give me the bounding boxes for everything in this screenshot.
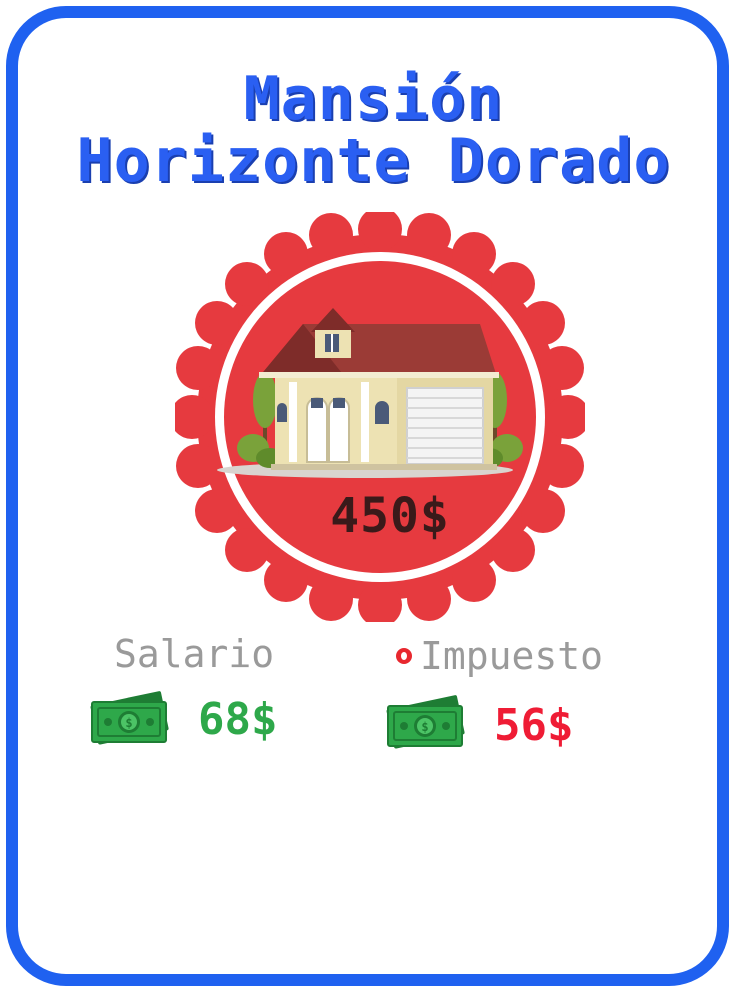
property-title: Mansión Horizonte Dorado [0,68,747,192]
money-icon: $ [90,691,169,745]
salary-amount: 68$ [198,694,278,745]
property-price: 450$ [330,488,450,544]
property-badge [175,212,585,622]
svg-text:$: $ [125,716,132,730]
alert-dot-icon [396,648,412,664]
money-icon: $ [386,695,465,749]
title-line-2: Horizonte Dorado [76,126,671,196]
tax-label: Impuesto [420,634,604,678]
salary-label: Salario [114,632,275,676]
svg-text:$: $ [421,720,428,734]
title-line-1: Mansión [243,64,504,134]
tax-amount: 56$ [494,700,574,751]
